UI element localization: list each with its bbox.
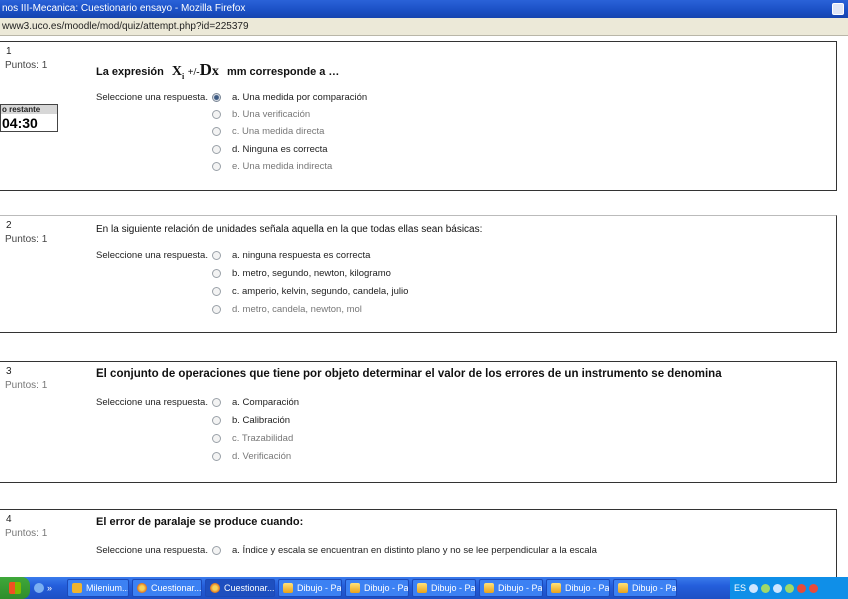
taskbar-item[interactable]: Dibujo - Pa... <box>278 579 342 597</box>
question-3: 3 Puntos: 1 El conjunto de operaciones q… <box>0 361 837 483</box>
quick-launch: » <box>30 583 64 593</box>
answer-option[interactable]: c. Trazabilidad <box>212 431 293 445</box>
answer-option[interactable]: d. Verificación <box>212 449 291 463</box>
tray-icon[interactable] <box>785 583 795 593</box>
formula: Xi +/-Dx <box>171 60 219 81</box>
question-text: El conjunto de operaciones que tiene por… <box>96 368 722 380</box>
question-number: 3 <box>6 366 12 377</box>
time-remaining-box: o restante 04:30 <box>0 104 58 132</box>
radio-checked-icon[interactable] <box>212 92 221 102</box>
answer-option[interactable]: a. ninguna respuesta es correcta <box>212 248 370 262</box>
tray-icon[interactable] <box>749 583 759 593</box>
quick-launch-icon[interactable] <box>34 583 44 593</box>
question-1: 1 Puntos: 1 La expresión Xi +/-Dx mm cor… <box>0 41 837 191</box>
question-number: 4 <box>6 514 12 525</box>
address-bar[interactable]: www3.uco.es/moodle/mod/quiz/attempt.php?… <box>0 18 848 36</box>
taskbar-item[interactable]: Milenium... <box>67 579 129 597</box>
radio-icon[interactable] <box>212 109 221 119</box>
tray-icon[interactable] <box>809 583 819 593</box>
windows-logo-icon <box>9 582 21 594</box>
quick-launch-more[interactable]: » <box>47 583 52 593</box>
window-title: nos III-Mecanica: Cuestionario ensayo - … <box>2 3 246 14</box>
radio-icon[interactable] <box>212 250 221 260</box>
window-control-icon[interactable] <box>832 3 844 15</box>
quiz-page: 1 Puntos: 1 La expresión Xi +/-Dx mm cor… <box>0 37 848 577</box>
radio-icon[interactable] <box>212 126 221 136</box>
taskbar-item[interactable]: Dibujo - Pa... <box>613 579 677 597</box>
question-4: 4 Puntos: 1 El error de paralaje se prod… <box>0 509 837 577</box>
radio-icon[interactable] <box>212 415 221 425</box>
answer-option[interactable]: a. Comparación <box>212 395 299 409</box>
answer-option[interactable]: a. Una medida por comparación <box>212 90 367 104</box>
select-prompt: Seleccione una respuesta. <box>96 92 208 103</box>
timer-value: 04:30 <box>2 115 38 131</box>
question-text: En la siguiente relación de unidades señ… <box>96 224 483 235</box>
firefox-icon <box>210 583 220 593</box>
paint-icon <box>618 583 628 593</box>
paint-icon <box>484 583 494 593</box>
answer-option[interactable]: a. Índice y escala se encuentran en dist… <box>212 543 597 557</box>
answer-option[interactable]: c. Una medida directa <box>212 124 324 138</box>
question-points: Puntos: 1 <box>5 60 48 71</box>
answer-option[interactable]: d. Ninguna es correcta <box>212 142 328 156</box>
taskbar-item[interactable]: Dibujo - Pa... <box>479 579 543 597</box>
timer-label: o restante <box>1 105 57 114</box>
radio-icon[interactable] <box>212 161 221 171</box>
answer-option[interactable]: e. Una medida indirecta <box>212 159 332 173</box>
radio-icon[interactable] <box>212 286 221 296</box>
question-2: 2 Puntos: 1 En la siguiente relación de … <box>0 215 837 333</box>
question-text: La expresión Xi +/-Dx mm corresponde a … <box>96 60 340 81</box>
tray-icon[interactable] <box>761 583 771 593</box>
taskbar-item[interactable]: Dibujo - Pa... <box>412 579 476 597</box>
answer-option[interactable]: b. Calibración <box>212 413 290 427</box>
window-titlebar: nos III-Mecanica: Cuestionario ensayo - … <box>0 0 848 18</box>
network-icon[interactable] <box>773 583 783 593</box>
select-prompt: Seleccione una respuesta. <box>96 397 208 408</box>
radio-icon[interactable] <box>212 144 221 154</box>
paint-icon <box>551 583 561 593</box>
question-number: 2 <box>6 220 12 231</box>
select-prompt: Seleccione una respuesta. <box>96 545 208 556</box>
select-prompt: Seleccione una respuesta. <box>96 250 208 261</box>
radio-icon[interactable] <box>212 397 221 407</box>
answer-option[interactable]: d. metro, candela, newton, mol <box>212 302 362 316</box>
taskbar-item[interactable]: Dibujo - Pa... <box>345 579 409 597</box>
antivirus-icon[interactable] <box>797 583 807 593</box>
taskbar-item-active[interactable]: Cuestionar... <box>205 579 275 597</box>
paint-icon <box>417 583 427 593</box>
question-points: Puntos: 1 <box>5 234 48 245</box>
paint-icon <box>283 583 293 593</box>
answer-option[interactable]: c. amperio, kelvin, segundo, candela, ju… <box>212 284 408 298</box>
language-indicator[interactable]: ES <box>734 583 746 593</box>
paint-icon <box>350 583 360 593</box>
question-points: Puntos: 1 <box>5 380 48 391</box>
start-button[interactable] <box>0 577 30 599</box>
answer-option[interactable]: b. Una verificación <box>212 107 310 121</box>
question-text: El error de paralaje se produce cuando: <box>96 516 304 528</box>
url-text: www3.uco.es/moodle/mod/quiz/attempt.php?… <box>2 21 249 32</box>
radio-icon[interactable] <box>212 433 221 443</box>
radio-icon[interactable] <box>212 268 221 278</box>
radio-icon[interactable] <box>212 545 221 555</box>
radio-icon[interactable] <box>212 304 221 314</box>
radio-icon[interactable] <box>212 451 221 461</box>
question-points: Puntos: 1 <box>5 528 48 539</box>
taskbar-item[interactable]: Cuestionar... <box>132 579 202 597</box>
taskbar-item[interactable]: Dibujo - Pa... <box>546 579 610 597</box>
firefox-icon <box>137 583 147 593</box>
question-number: 1 <box>6 46 12 57</box>
system-tray: ES <box>730 577 848 599</box>
app-icon <box>72 583 82 593</box>
taskbar: » Milenium... Cuestionar... Cuestionar..… <box>0 577 848 599</box>
answer-option[interactable]: b. metro, segundo, newton, kilogramo <box>212 266 391 280</box>
